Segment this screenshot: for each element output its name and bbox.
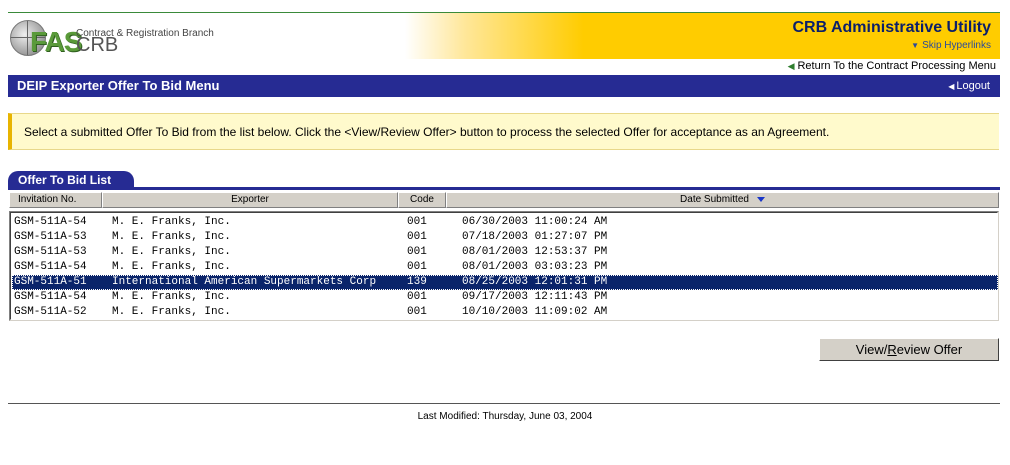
- list-row[interactable]: GSM-511A-54 M. E. Franks, Inc. 001 06/30/20…: [12, 215, 998, 230]
- date-submitted-cell: 07/18/2003 01:27:07 PM: [462, 231, 608, 243]
- date-submitted-cell: 10/10/2003 11:09:02 AM: [462, 306, 608, 318]
- list-row[interactable]: GSM-511A-52 M. E. Franks, Inc. 001 10/10/20…: [12, 305, 998, 320]
- code-cell: 001: [407, 306, 427, 318]
- invitation-cell: GSM-511A-53: [14, 231, 87, 243]
- column-header-date-submitted[interactable]: Date Submitted: [446, 192, 999, 208]
- skip-hyperlinks-link[interactable]: ▼ Skip Hyperlinks: [911, 40, 991, 51]
- date-submitted-cell: 06/30/2003 11:00:24 AM: [462, 216, 608, 228]
- invitation-cell: GSM-511A-53: [14, 246, 87, 258]
- invitation-cell: GSM-511A-51: [14, 276, 87, 288]
- view-review-label-part2: eview Offer: [896, 342, 963, 357]
- column-header-code-label: Code: [410, 194, 434, 205]
- page-title: DEIP Exporter Offer To Bid Menu: [17, 78, 220, 93]
- date-submitted-cell: 08/01/2003 12:53:37 PM: [462, 246, 608, 258]
- date-submitted-cell: 08/25/2003 12:01:31 PM: [462, 276, 608, 288]
- code-cell: 001: [407, 246, 427, 258]
- date-submitted-cell: 09/17/2003 12:11:43 PM: [462, 291, 608, 303]
- invitation-cell: GSM-511A-54: [14, 261, 87, 273]
- title-bar: DEIP Exporter Offer To Bid Menu ◀ Logout: [8, 75, 1000, 97]
- logout-label: Logout: [956, 80, 990, 92]
- list-row[interactable]: GSM-511A-54 M. E. Franks, Inc. 001 08/01/20…: [12, 260, 998, 275]
- column-header-exporter[interactable]: Exporter: [102, 192, 398, 208]
- view-review-label-accesskey: R: [887, 342, 897, 357]
- invitation-cell: GSM-511A-54: [14, 216, 87, 228]
- offer-list-inner: GSM-511A-54 M. E. Franks, Inc. 001 06/30/20…: [10, 212, 998, 320]
- invitation-cell: GSM-511A-52: [14, 306, 87, 318]
- exporter-cell: M. E. Franks, Inc.: [112, 291, 231, 303]
- list-row[interactable]: GSM-511A-54 M. E. Franks, Inc. 001 09/17/20…: [12, 290, 998, 305]
- column-header-code[interactable]: Code: [398, 192, 446, 208]
- app-title: CRB Administrative Utility: [792, 19, 991, 36]
- date-submitted-cell: 08/01/2003 03:03:23 PM: [462, 261, 608, 273]
- last-modified: Last Modified: Thursday, June 03, 2004: [417, 411, 593, 422]
- exporter-cell: International American Supermarkets Corp: [112, 276, 377, 288]
- view-review-label-part1: View/: [855, 342, 888, 357]
- instruction-text: Select a submitted Offer To Bid from the…: [24, 125, 830, 139]
- code-cell: 001: [407, 216, 427, 228]
- logo-crb-text: CRB: [76, 34, 119, 56]
- triangle-down-icon: ▼: [911, 41, 920, 50]
- list-row[interactable]: GSM-511A-51 International American Superm…: [12, 275, 998, 290]
- return-link-label: Return To the Contract Processing Menu: [797, 60, 996, 72]
- footer-rule: [8, 403, 1000, 404]
- list-row[interactable]: GSM-511A-53 M. E. Franks, Inc. 001 08/01/20…: [12, 245, 998, 260]
- code-cell: 001: [407, 291, 427, 303]
- code-cell: 139: [407, 276, 427, 288]
- logout-link[interactable]: ◀ Logout: [948, 80, 990, 92]
- exporter-cell: M. E. Franks, Inc.: [112, 246, 231, 258]
- exporter-cell: M. E. Franks, Inc.: [112, 261, 231, 273]
- exporter-cell: M. E. Franks, Inc.: [112, 306, 231, 318]
- offer-list-box[interactable]: GSM-511A-54 M. E. Franks, Inc. 001 06/30/20…: [9, 211, 999, 321]
- invitation-cell: GSM-511A-54: [14, 291, 87, 303]
- triangle-left-icon: ◀: [948, 82, 955, 91]
- exporter-cell: M. E. Franks, Inc.: [112, 231, 231, 243]
- instruction-message: Select a submitted Offer To Bid from the…: [8, 113, 999, 150]
- list-tab-rule: [8, 187, 1000, 190]
- column-header-exporter-label: Exporter: [231, 194, 269, 205]
- list-row[interactable]: GSM-511A-53 M. E. Franks, Inc. 001 07/18/20…: [12, 230, 998, 245]
- column-header-invitation-label: Invitation No.: [18, 194, 77, 205]
- sort-descending-icon: [756, 196, 765, 202]
- column-header-date-label: Date Submitted: [680, 194, 749, 205]
- triangle-left-icon: ◀: [787, 61, 795, 71]
- skip-hyperlinks-label: Skip Hyperlinks: [922, 40, 991, 51]
- column-header-invitation[interactable]: Invitation No.: [9, 192, 102, 208]
- view-review-offer-button[interactable]: View/Review Offer: [819, 338, 999, 361]
- offer-list-tab-label: Offer To Bid List: [18, 173, 112, 187]
- exporter-cell: M. E. Franks, Inc.: [112, 216, 231, 228]
- code-cell: 001: [407, 261, 427, 273]
- fas-crb-logo: FAS Contract & Registration Branch CRB: [10, 18, 230, 62]
- return-contract-menu-link[interactable]: ◀ Return To the Contract Processing Menu: [788, 60, 996, 72]
- logo-fas-text: FAS: [30, 26, 82, 57]
- code-cell: 001: [407, 231, 427, 243]
